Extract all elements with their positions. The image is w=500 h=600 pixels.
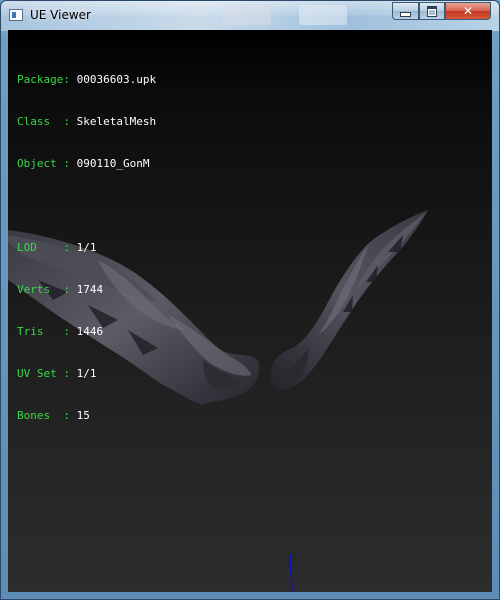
bones-label: Bones : bbox=[17, 409, 77, 422]
verts-label: Verts : bbox=[17, 283, 77, 296]
tris-label: Tris : bbox=[17, 325, 77, 338]
package-value: 00036603.upk bbox=[76, 73, 157, 86]
axis-line bbox=[289, 553, 293, 592]
uvset-row: UV Set : 1/1 bbox=[17, 367, 156, 381]
mesh-info-overlay: Package: 00036603.upk Class : SkeletalMe… bbox=[17, 45, 156, 451]
background-blur bbox=[299, 5, 347, 25]
minimize-icon bbox=[400, 12, 411, 17]
class-row: Class : SkeletalMesh bbox=[17, 115, 156, 129]
close-icon: ✕ bbox=[462, 4, 474, 18]
verts-row: Verts : 1744 bbox=[17, 283, 156, 297]
minimize-button[interactable] bbox=[392, 2, 419, 20]
tris-value: 1446 bbox=[76, 325, 104, 338]
lod-row: LOD : 1/1 bbox=[17, 241, 156, 255]
bones-row: Bones : 15 bbox=[17, 409, 156, 423]
title-bar[interactable]: UE Viewer ✕ bbox=[1, 1, 499, 31]
object-row: Object : 090110_GonM bbox=[17, 157, 156, 171]
lod-value: 1/1 bbox=[76, 241, 97, 254]
verts-value: 1744 bbox=[76, 283, 104, 296]
uvset-label: UV Set : bbox=[17, 367, 77, 380]
package-row: Package: 00036603.upk bbox=[17, 73, 156, 87]
maximize-button[interactable] bbox=[419, 2, 445, 20]
tris-row: Tris : 1446 bbox=[17, 325, 156, 339]
app-window: UE Viewer ✕ Package: 00036603.upk Class … bbox=[0, 0, 500, 600]
object-label: Object : bbox=[17, 157, 77, 170]
class-label: Class : bbox=[17, 115, 77, 128]
3d-viewport[interactable]: Package: 00036603.upk Class : SkeletalMe… bbox=[8, 30, 492, 592]
app-icon bbox=[9, 9, 23, 21]
object-value: 090110_GonM bbox=[76, 157, 150, 170]
uvset-value: 1/1 bbox=[76, 367, 97, 380]
right-wing-mesh bbox=[270, 210, 428, 390]
class-value: SkeletalMesh bbox=[76, 115, 157, 128]
package-label: Package: bbox=[17, 73, 77, 86]
background-blur bbox=[223, 5, 271, 25]
lod-label: LOD : bbox=[17, 241, 77, 254]
close-button[interactable]: ✕ bbox=[445, 2, 491, 20]
window-title: UE Viewer bbox=[30, 8, 91, 22]
maximize-icon bbox=[427, 6, 437, 17]
bones-value: 15 bbox=[76, 409, 90, 422]
